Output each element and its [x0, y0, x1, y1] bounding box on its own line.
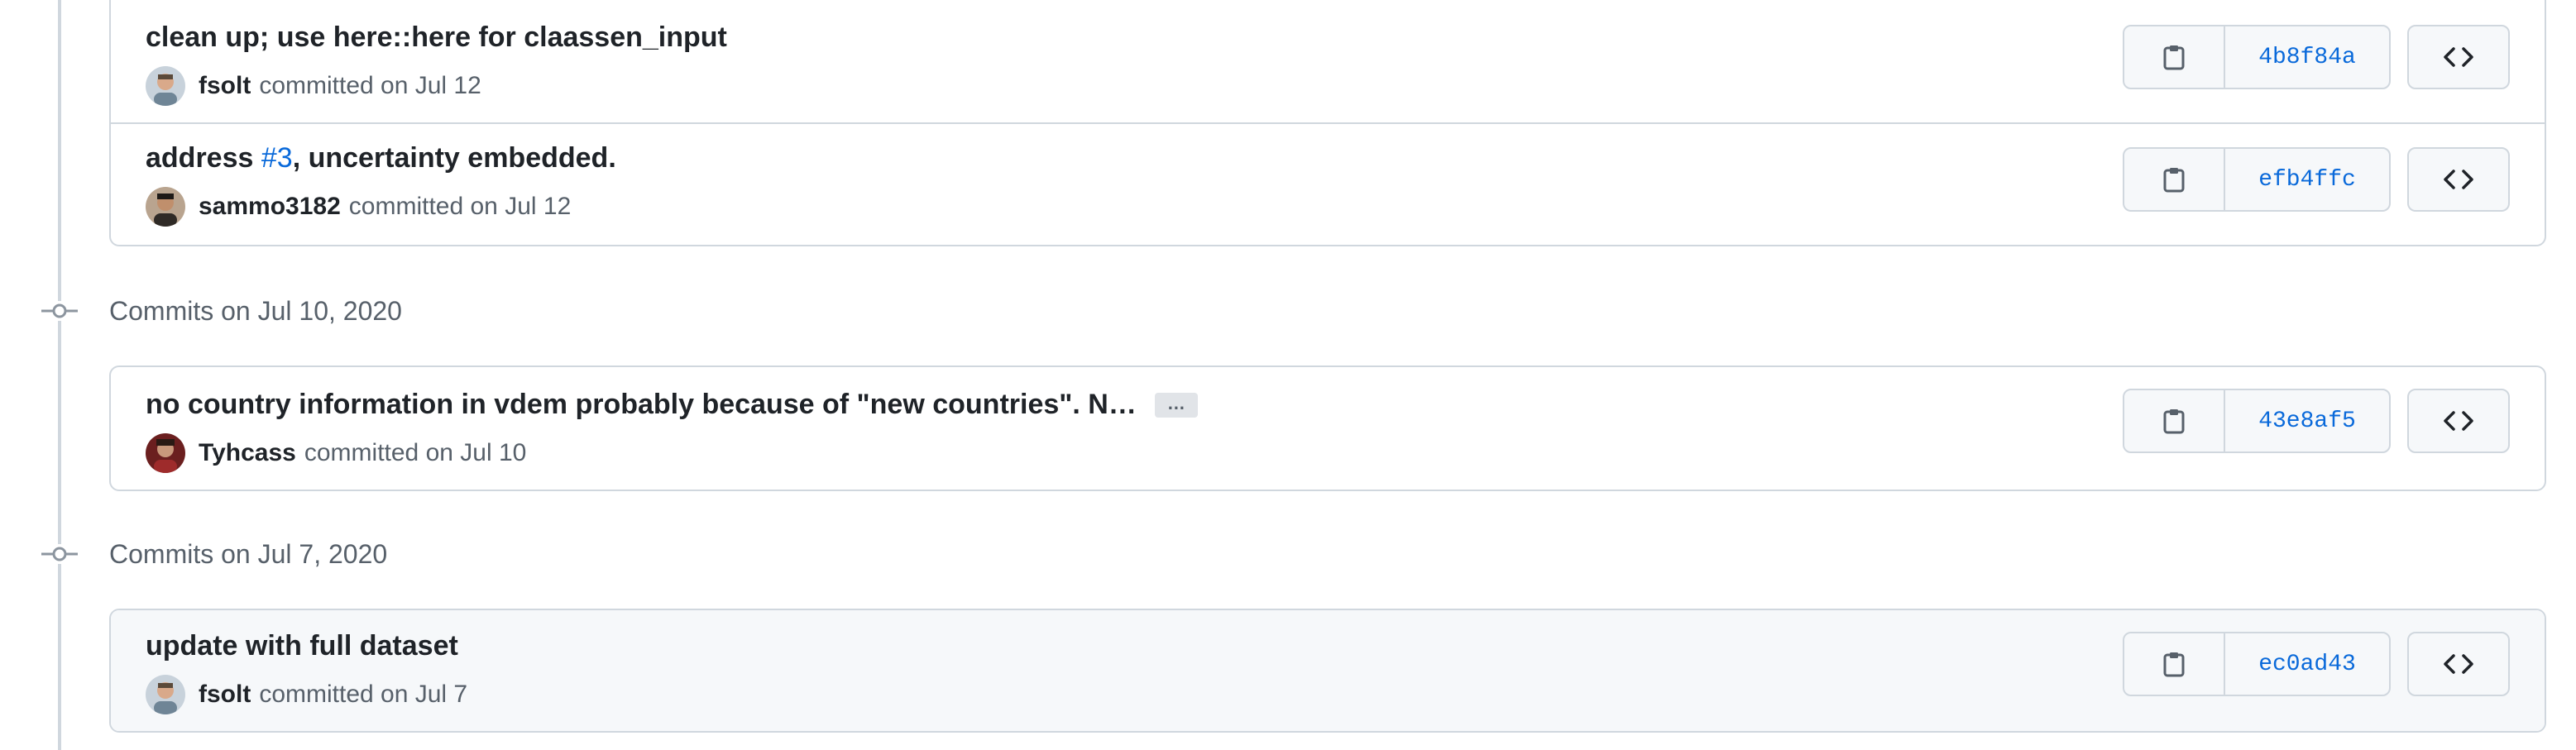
commit-message-link[interactable]: update with full dataset: [146, 630, 458, 662]
browse-repo-button[interactable]: [2407, 632, 2510, 696]
git-commit-icon: [41, 544, 78, 564]
avatar[interactable]: [146, 187, 185, 227]
commit-meta: sammo3182 committed on Jul 12: [146, 187, 571, 227]
commit-actions: efb4ffc: [2123, 147, 2510, 212]
author-link[interactable]: fsolt: [199, 681, 251, 709]
commit-sha-link[interactable]: 4b8f84a: [2225, 26, 2389, 88]
browse-repo-button[interactable]: [2407, 389, 2510, 453]
clipboard-icon: [2163, 45, 2185, 70]
avatar[interactable]: [146, 66, 185, 106]
commit-actions: ec0ad43: [2123, 632, 2510, 696]
commit-meta: fsolt committed on Jul 7: [146, 675, 467, 714]
commit-message-link[interactable]: clean up; use here::here for claassen_in…: [146, 21, 727, 54]
clipboard-icon: [2163, 409, 2185, 434]
code-icon: [2444, 411, 2473, 431]
avatar[interactable]: [146, 675, 185, 714]
commit-meta: Tyhcass committed on Jul 10: [146, 433, 526, 473]
issue-link[interactable]: #3: [261, 142, 293, 174]
copy-sha-button[interactable]: [2124, 390, 2225, 451]
commit-date: committed on Jul 12: [348, 193, 572, 220]
browse-repo-button[interactable]: [2407, 25, 2510, 89]
commit-sha-link[interactable]: efb4ffc: [2225, 149, 2389, 210]
commit-group: update with full dataset fsolt committed…: [109, 609, 2546, 733]
commit-message-link[interactable]: , uncertainty embedded.: [293, 142, 616, 174]
code-icon: [2444, 47, 2473, 67]
commit-sha-link[interactable]: ec0ad43: [2225, 633, 2389, 695]
git-commit-icon: [41, 301, 78, 321]
commit-message-link[interactable]: no country information in vdem probably …: [146, 389, 1137, 421]
browse-repo-button[interactable]: [2407, 147, 2510, 212]
commit-row: address #3 , uncertainty embedded. sammo…: [111, 122, 2545, 245]
commit-group: no country information in vdem probably …: [109, 365, 2546, 491]
expand-message-button[interactable]: …: [1154, 392, 1198, 418]
copy-sha-button[interactable]: [2124, 633, 2225, 695]
commit-row: update with full dataset fsolt committed…: [111, 610, 2545, 731]
commit-sha-link[interactable]: 43e8af5: [2225, 390, 2389, 451]
commit-meta: fsolt committed on Jul 12: [146, 66, 481, 106]
sha-button-group: 43e8af5: [2123, 389, 2391, 453]
sha-button-group: 4b8f84a: [2123, 25, 2391, 89]
author-link[interactable]: sammo3182: [199, 193, 341, 221]
avatar[interactable]: [146, 433, 185, 473]
timeline-line: [58, 0, 61, 750]
sha-button-group: ec0ad43: [2123, 632, 2391, 696]
day-title: Commits on Jul 7, 2020: [109, 538, 388, 569]
day-header: Commits on Jul 7, 2020: [0, 529, 993, 579]
commit-message: address #3 , uncertainty embedded.: [146, 142, 616, 174]
day-title: Commits on Jul 10, 2020: [109, 295, 402, 326]
day-header: Commits on Jul 10, 2020: [0, 286, 993, 336]
clipboard-icon: [2163, 652, 2185, 677]
copy-sha-button[interactable]: [2124, 149, 2225, 210]
commit-date: committed on Jul 10: [304, 439, 527, 466]
author-link[interactable]: fsolt: [199, 72, 251, 100]
commit-group: clean up; use here::here for claassen_in…: [109, 0, 2546, 246]
sha-button-group: efb4ffc: [2123, 147, 2391, 212]
code-icon: [2444, 654, 2473, 674]
commit-row: clean up; use here::here for claassen_in…: [111, 0, 2545, 122]
commit-row: no country information in vdem probably …: [111, 367, 2545, 490]
commit-actions: 43e8af5: [2123, 389, 2510, 453]
author-link[interactable]: Tyhcass: [199, 439, 296, 467]
commit-message-link[interactable]: address: [146, 142, 261, 174]
code-icon: [2444, 170, 2473, 189]
commit-message: no country information in vdem probably …: [146, 389, 1198, 421]
commit-date: committed on Jul 12: [259, 72, 481, 99]
commit-date: committed on Jul 7: [259, 681, 468, 708]
copy-sha-button[interactable]: [2124, 26, 2225, 88]
clipboard-icon: [2163, 168, 2185, 193]
commit-actions: 4b8f84a: [2123, 25, 2510, 89]
